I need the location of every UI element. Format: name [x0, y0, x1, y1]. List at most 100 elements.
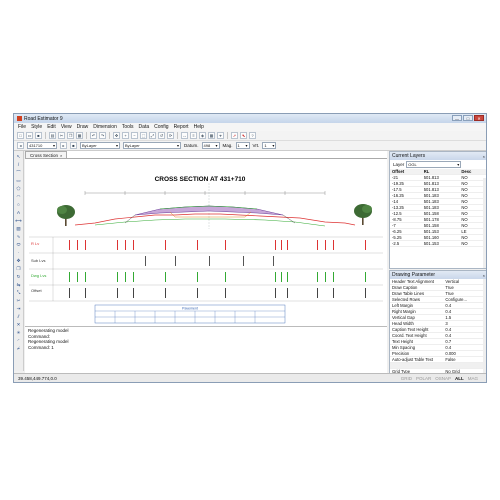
undo-icon[interactable]: ↶ — [90, 132, 97, 139]
toolbar-divider — [109, 132, 110, 139]
redo-icon[interactable]: ↷ — [99, 132, 106, 139]
save-icon[interactable]: ■ — [35, 132, 42, 139]
rectangle-tool-icon[interactable]: ▭ — [15, 177, 22, 184]
menu-file[interactable]: File — [18, 124, 26, 130]
params-scrollbar[interactable] — [483, 279, 486, 379]
menu-config[interactable]: Config — [154, 124, 168, 130]
linetype-select[interactable]: ByLayer — [123, 142, 181, 149]
panel-close-icon[interactable]: × — [483, 154, 485, 159]
level-values-sub — [145, 256, 274, 266]
paste-icon[interactable]: ▦ — [76, 132, 83, 139]
pointer-icon[interactable]: ➚ — [231, 132, 238, 139]
tab-label: Cross Section — [30, 152, 59, 158]
copy-icon[interactable]: ❐ — [67, 132, 74, 139]
cell-offset[interactable]: -2.5 — [390, 240, 422, 247]
hatch-tool-icon[interactable]: ▨ — [15, 225, 22, 232]
open-folder-icon[interactable]: ▭ — [26, 132, 33, 139]
properties-icon[interactable]: ≡ — [190, 132, 197, 139]
tab-close-icon[interactable]: × — [60, 153, 62, 158]
menu-data[interactable]: Data — [139, 124, 150, 130]
menu-style[interactable]: Style — [31, 124, 42, 130]
mirror-tool-icon[interactable]: ⇋ — [15, 281, 22, 288]
zoom-previous-icon[interactable]: ↺ — [158, 132, 165, 139]
osnap-toggle[interactable]: OSNAP — [435, 376, 451, 381]
select-tool-icon[interactable]: ↖ — [15, 153, 22, 160]
menu-help[interactable]: Help — [194, 124, 204, 130]
grid-toggle[interactable]: GRID — [401, 376, 412, 381]
zoom-extents-icon[interactable]: ⤢ — [149, 132, 156, 139]
status-bar: 39.458,449.774,0.0 GRID POLAR OSNAP ALL … — [14, 373, 486, 382]
chainage-select[interactable]: 431710 — [27, 142, 57, 149]
redraw-icon[interactable]: ⟳ — [167, 132, 174, 139]
row-label-offset: Offset — [31, 288, 42, 293]
pavement-table: Pavement — [94, 304, 286, 324]
move-tool-icon[interactable]: ✥ — [15, 257, 22, 264]
break-tool-icon[interactable]: ⌿ — [15, 345, 22, 352]
measure-icon[interactable]: ↔ — [181, 132, 188, 139]
polyline-tool-icon[interactable]: ⌒ — [15, 169, 22, 176]
datum-input[interactable]: 498 — [201, 142, 220, 149]
tab-cross-section[interactable]: Cross Section × — [25, 151, 68, 158]
menu-tools[interactable]: Tools — [122, 124, 134, 130]
layers-scrollbar[interactable] — [483, 178, 486, 268]
toolbar-divider — [177, 132, 178, 139]
zoom-out-icon[interactable]: − — [131, 132, 138, 139]
menu-dimension[interactable]: Dimension — [93, 124, 117, 130]
arc-tool-icon[interactable]: ◠ — [15, 193, 22, 200]
copy-tool-icon[interactable]: ❐ — [15, 265, 22, 272]
menu-report[interactable]: Report — [174, 124, 189, 130]
cut-icon[interactable]: ✂ — [58, 132, 65, 139]
line-tool-icon[interactable]: / — [15, 161, 22, 168]
mag-toggle[interactable]: MAG — [468, 376, 478, 381]
chainage-prev-icon[interactable]: ◂ — [17, 142, 24, 149]
extend-tool-icon[interactable]: ⇥ — [15, 305, 22, 312]
chainage-next-icon[interactable]: ▸ — [60, 142, 67, 149]
zoom-window-icon[interactable]: ⬚ — [140, 132, 147, 139]
polygon-tool-icon[interactable]: ⬠ — [15, 185, 22, 192]
menu-draw[interactable]: Draw — [77, 124, 89, 130]
app-logo-icon — [17, 116, 22, 121]
table-row[interactable]: -2.5 501.153 NO — [390, 240, 486, 247]
new-file-icon[interactable]: □ — [17, 132, 24, 139]
command-window[interactable]: Regenerating model Command: Regenerating… — [25, 326, 387, 375]
current-layers-panel: Current Layers × Layer OGL Offset RL Des… — [389, 151, 486, 269]
offset-tool-icon[interactable]: ⫽ — [15, 313, 22, 320]
close-button[interactable]: ✕ — [474, 115, 484, 121]
command-input[interactable]: Command: 1 — [28, 345, 384, 351]
polar-toggle[interactable]: POLAR — [416, 376, 431, 381]
zoom-in-icon[interactable]: + — [122, 132, 129, 139]
pan-icon[interactable]: ✥ — [113, 132, 120, 139]
snap-icon[interactable]: ⌖ — [217, 132, 224, 139]
fillet-tool-icon[interactable]: ◜ — [15, 337, 22, 344]
text-tool-icon[interactable]: A — [15, 209, 22, 216]
dimension-tool-icon[interactable]: ⟷ — [15, 217, 22, 224]
vert-input[interactable]: 1 — [262, 142, 277, 149]
point-tool-icon[interactable]: · — [15, 249, 22, 256]
select-icon[interactable]: ⬉ — [240, 132, 247, 139]
explode-tool-icon[interactable]: ✳ — [15, 329, 22, 336]
cell-rl[interactable]: 501.153 — [421, 240, 460, 247]
panel-close-icon[interactable]: × — [483, 273, 485, 278]
ellipse-tool-icon[interactable]: ⬭ — [15, 241, 22, 248]
maximize-button[interactable]: □ — [463, 115, 473, 121]
mag-input[interactable]: 1 — [235, 142, 250, 149]
rotate-tool-icon[interactable]: ↻ — [15, 273, 22, 280]
scale-tool-icon[interactable]: ⤡ — [15, 289, 22, 296]
spline-tool-icon[interactable]: ∿ — [15, 233, 22, 240]
drawing-canvas[interactable]: CROSS SECTION AT 431+710 R Lv Sub Lvs Dw… — [25, 158, 387, 326]
minimize-button[interactable]: — — [452, 115, 462, 121]
all-toggle[interactable]: ALL — [455, 376, 464, 381]
trim-tool-icon[interactable]: ✂ — [15, 297, 22, 304]
print-icon[interactable]: ▤ — [49, 132, 56, 139]
menu-edit[interactable]: Edit — [47, 124, 56, 130]
layer-select[interactable]: ByLayer — [80, 142, 120, 149]
color-picker-icon[interactable]: ■ — [70, 142, 77, 149]
help-icon[interactable]: ? — [249, 132, 256, 139]
erase-tool-icon[interactable]: ✕ — [15, 321, 22, 328]
grid-icon[interactable]: ▦ — [208, 132, 215, 139]
circle-tool-icon[interactable]: ○ — [15, 201, 22, 208]
layer-dropdown[interactable]: OGL — [406, 161, 462, 168]
menu-view[interactable]: View — [61, 124, 72, 130]
layers-icon[interactable]: ◈ — [199, 132, 206, 139]
title-bar[interactable]: Road Estimator 9 — □ ✕ — [14, 114, 486, 123]
